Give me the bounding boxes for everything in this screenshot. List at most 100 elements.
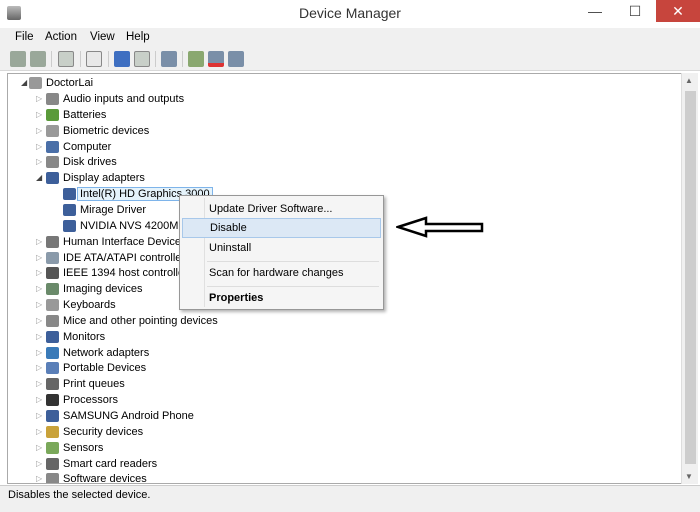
device-category-icon [46,156,59,169]
action-pane-icon[interactable] [134,51,150,67]
menu-item-properties[interactable]: Properties [182,288,381,308]
expand-arrow-icon[interactable]: ▷ [36,234,44,250]
device-category-icon [46,235,59,248]
root-label: DoctorLai [46,77,94,89]
update-driver-icon[interactable] [188,51,204,67]
menu-bar: File Action View Help [0,28,700,47]
tree-child-label: NVIDIA NVS 4200M [80,219,179,232]
menu-item-update-driver[interactable]: Update Driver Software... [182,199,381,219]
tree-item[interactable]: ▷ Disk drives [36,154,117,170]
expand-arrow-icon[interactable]: ▷ [36,297,44,313]
tree-item[interactable]: ▷ Audio inputs and outputs [36,91,184,107]
tree-item[interactable]: ◢ Display adapters [36,170,145,186]
menu-item-scan[interactable]: Scan for hardware changes [182,263,381,283]
menu-file[interactable]: File [15,31,34,43]
tree-item[interactable]: ▷ SAMSUNG Android Phone [36,408,194,424]
expand-arrow-icon[interactable]: ▷ [36,440,44,456]
uninstall-device-icon[interactable] [228,51,244,67]
expand-arrow-icon[interactable]: ▷ [36,91,44,107]
expand-arrow-icon[interactable]: ▷ [36,392,44,408]
device-category-icon [46,267,59,280]
tree-item-label: Sensors [63,441,104,454]
status-text: Disables the selected device. [8,489,151,501]
tree-item[interactable]: ▷ IEEE 1394 host controllers [36,265,193,281]
scroll-down-icon[interactable]: ▼ [685,472,693,481]
help-icon[interactable] [114,51,130,67]
expand-arrow-icon[interactable]: ▷ [36,313,44,329]
tree-item[interactable]: ▷ Portable Devices [36,360,147,376]
status-bar: Disables the selected device. [0,485,700,512]
forward-icon[interactable] [30,51,46,67]
expand-arrow-icon[interactable]: ▷ [36,376,44,392]
tree-item[interactable]: ▷ Imaging devices [36,281,143,297]
tree-child-item[interactable]: NVIDIA NVS 4200M [63,218,179,234]
tree-item[interactable]: ▷ Smart card readers [36,456,157,472]
tree-item[interactable]: ▷ Biometric devices [36,123,150,139]
expand-arrow-icon[interactable]: ▷ [36,123,44,139]
vertical-scrollbar[interactable]: ▲ ▼ [681,73,698,484]
tree-item-label: Display adapters [63,172,145,185]
expand-arrow-icon[interactable]: ▷ [36,471,44,483]
expand-arrow-icon[interactable]: ▷ [36,107,44,123]
expand-arrow-icon[interactable]: ▷ [36,424,44,440]
tree-item-label: Imaging devices [63,283,143,296]
tree-item[interactable]: ▷ Keyboards [36,297,116,313]
tree-item-label: IDE ATA/ATAPI controllers [63,251,191,264]
device-category-icon [46,299,59,312]
device-category-icon [46,251,59,264]
scroll-up-icon[interactable]: ▲ [685,76,693,85]
menu-help[interactable]: Help [126,31,150,43]
tree-child-item[interactable]: Mirage Driver [63,202,146,218]
back-icon[interactable] [10,51,26,67]
expand-arrow-icon[interactable]: ▷ [36,281,44,297]
device-category-icon [46,108,59,121]
expand-arrow-icon[interactable]: ▷ [36,139,44,155]
tree-item[interactable]: ▷ Batteries [36,107,107,123]
menu-view[interactable]: View [90,31,115,43]
menu-action[interactable]: Action [45,31,77,43]
tree-item[interactable]: ▷ Sensors [36,440,104,456]
close-button[interactable]: ✕ [656,0,700,22]
collapse-arrow-icon[interactable]: ◢ [21,75,29,91]
tree-item[interactable]: ▷ Print queues [36,376,125,392]
pointing-arrow-icon [396,216,484,238]
collapse-arrow-icon[interactable]: ◢ [36,170,44,186]
expand-arrow-icon[interactable]: ▷ [36,250,44,266]
tree-item-label: Portable Devices [63,362,147,375]
expand-arrow-icon[interactable]: ▷ [36,456,44,472]
tree-item-label: Biometric devices [63,124,150,137]
device-category-icon [46,457,59,470]
maximize-button[interactable]: ☐ [620,0,650,22]
tree-item[interactable]: ▷ Computer [36,139,111,155]
show-hide-console-tree-icon[interactable] [58,51,74,67]
expand-arrow-icon[interactable]: ▷ [36,329,44,345]
expand-arrow-icon[interactable]: ▷ [36,265,44,281]
scan-hardware-icon[interactable] [161,51,177,67]
tree-root[interactable]: ◢ DoctorLai [21,75,94,91]
tree-item[interactable]: ▷ Monitors [36,329,105,345]
expand-arrow-icon[interactable]: ▷ [36,360,44,376]
minimize-button[interactable]: — [580,0,610,22]
properties-icon[interactable] [86,51,102,67]
tree-item[interactable]: ▷ Security devices [36,424,143,440]
tree-item[interactable]: ▷ Mice and other pointing devices [36,313,218,329]
device-category-icon [46,93,59,105]
expand-arrow-icon[interactable]: ▷ [36,154,44,170]
device-category-icon [46,283,59,296]
tree-item[interactable]: ▷ Human Interface Devices [36,234,187,250]
menu-item-disable[interactable]: Disable [182,218,381,238]
tree-item[interactable]: ▷ IDE ATA/ATAPI controllers [36,250,191,266]
disable-device-icon[interactable] [208,51,224,67]
expand-arrow-icon[interactable]: ▷ [36,408,44,424]
tree-item-label: Disk drives [63,156,117,169]
display-adapter-icon [63,188,76,201]
device-category-icon [46,346,59,359]
tree-item-label: Batteries [63,108,107,121]
tree-item[interactable]: ▷ Processors [36,392,118,408]
device-category-icon [46,124,59,137]
menu-item-uninstall[interactable]: Uninstall [182,238,381,258]
expand-arrow-icon[interactable]: ▷ [36,345,44,361]
tree-item[interactable]: ▷ Network adapters [36,345,149,361]
tree-item[interactable]: ▷ Software devices [36,471,147,483]
scrollbar-thumb[interactable] [685,91,696,464]
